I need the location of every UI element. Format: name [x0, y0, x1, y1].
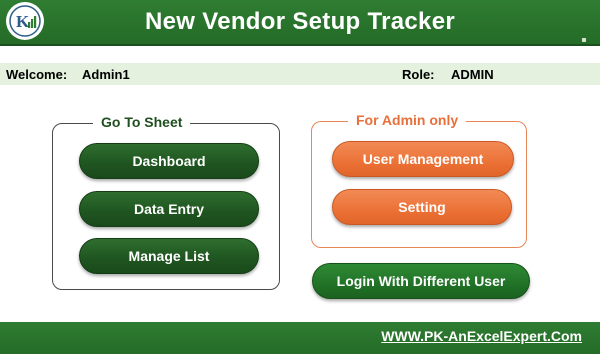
user-name: Admin1: [82, 67, 130, 82]
data-entry-button[interactable]: Data Entry: [79, 191, 259, 227]
login-different-user-button[interactable]: Login With Different User: [312, 263, 530, 299]
header-bar: New Vendor Setup Tracker K: [0, 0, 600, 46]
dashboard-button[interactable]: Dashboard: [79, 143, 259, 179]
setting-button[interactable]: Setting: [332, 189, 512, 225]
role-label: Role:: [402, 67, 435, 82]
manage-list-button[interactable]: Manage List: [79, 238, 259, 274]
website-link[interactable]: WWW.PK-AnExcelExpert.Com: [381, 328, 582, 344]
welcome-bar: Welcome: Admin1 Role: ADMIN: [0, 63, 600, 85]
user-management-button[interactable]: User Management: [332, 141, 514, 177]
welcome-label: Welcome:: [6, 67, 68, 82]
admin-only-title: For Admin only: [348, 112, 467, 128]
corner-marker: [582, 38, 586, 42]
pk-logo-icon: K: [6, 2, 44, 40]
svg-text:K: K: [16, 12, 30, 31]
app-title: New Vendor Setup Tracker: [145, 8, 455, 35]
footer-bar: WWW.PK-AnExcelExpert.Com: [0, 322, 600, 354]
role-value: ADMIN: [451, 67, 494, 82]
go-to-sheet-title: Go To Sheet: [93, 114, 191, 130]
